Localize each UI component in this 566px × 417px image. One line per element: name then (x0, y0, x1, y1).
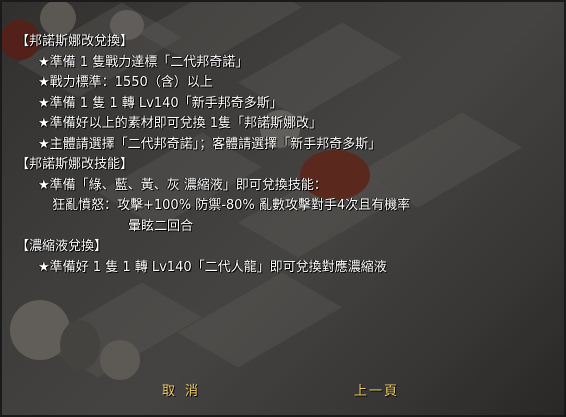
dialog-line: ★準備 1 隻 1 轉 Lv140「新手邦奇多斯」 (38, 95, 283, 111)
dialog-line: ★戰力標準：1550（含）以上 (38, 75, 213, 90)
dialog-line: ★準備好以上的素材即可兌換 1隻「邦諾斯娜改」 (38, 116, 323, 131)
dialog-line: ★準備「綠、藍、黃、灰 濃縮液」即可兌換技能： (38, 177, 327, 193)
cancel-button[interactable]: 取消 (162, 380, 208, 400)
dialog-line: ★準備 1 隻戰力達標「二代邦奇諾」 (38, 54, 249, 70)
skill-description: 狂亂憤怒：攻擊+100% 防禦-80% 亂數攻擊對手4次且有機率 (52, 198, 411, 213)
previous-page-button[interactable]: 上一頁 (354, 380, 399, 400)
section-title: 【邦諾斯娜改兌換】 (16, 34, 134, 49)
section-title: 【濃縮液兌換】 (16, 239, 108, 254)
dialog-line: ★主體請選擇「二代邦奇諾」；客體請選擇「新手邦奇多斯」 (38, 136, 382, 152)
dialog-text: 【邦諾斯娜改兌換】 ★準備 1 隻戰力達標「二代邦奇諾」 ★戰力標準：1550（… (16, 32, 556, 278)
dialog-line: ★準備好 1 隻 1 轉 Lv140「二代人龍」即可兌換對應濃縮液 (38, 259, 387, 275)
npc-dialog-window: 【邦諾斯娜改兌換】 ★準備 1 隻戰力達標「二代邦奇諾」 ★戰力標準：1550（… (0, 0, 566, 417)
skill-description: 暈眩二回合 (128, 218, 194, 234)
section-title: 【邦諾斯娜改技能】 (16, 157, 134, 172)
